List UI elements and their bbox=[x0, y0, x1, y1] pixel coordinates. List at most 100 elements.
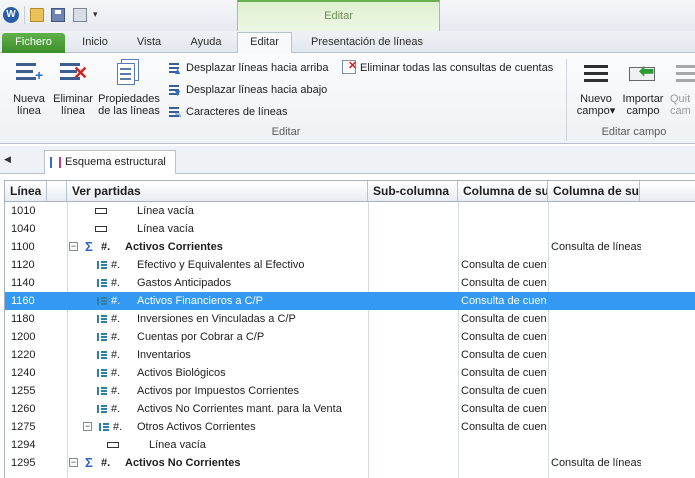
app-logo-icon[interactable]: W bbox=[3, 7, 19, 23]
save-icon[interactable] bbox=[51, 8, 65, 22]
tab-file[interactable]: Fichero bbox=[2, 33, 65, 53]
row-title: Línea vacía bbox=[137, 223, 194, 235]
table-row[interactable]: 1260 #. Activos No Corrientes mant. para l… bbox=[5, 400, 695, 418]
table-row[interactable]: 1180 #. Inversiones en Vinculadas a C/P Con… bbox=[5, 310, 695, 328]
column-header-linea[interactable]: Línea bbox=[5, 181, 47, 202]
table-row[interactable]: 1200 #. Cuentas por Cobrar a C/P Consulta d… bbox=[5, 328, 695, 346]
row-title: Activos Biológicos bbox=[137, 367, 226, 379]
table-row[interactable]: 1040 Línea vacía bbox=[5, 220, 695, 238]
row-line-number: 1140 bbox=[11, 277, 35, 289]
account-query-icon bbox=[97, 368, 107, 378]
table-row[interactable]: 1140 #. Gastos Anticipados Consulta de cuen bbox=[5, 274, 695, 292]
new-field-label-2: campo bbox=[576, 105, 610, 117]
tab-esquema-estructural[interactable]: Esquema estructural bbox=[44, 150, 176, 174]
ribbon: + Nueva línea ✕ Eliminar línea Propiedad… bbox=[0, 53, 695, 144]
document-tab-strip: ◀ Esquema estructural bbox=[0, 146, 695, 174]
column-header-ver-partidas[interactable]: Ver partidas bbox=[67, 181, 368, 202]
collapse-toggle-icon[interactable]: − bbox=[69, 242, 78, 251]
account-query-icon bbox=[97, 404, 107, 414]
remove-field-button[interactable]: Quit cam bbox=[670, 57, 695, 117]
delete-all-account-queries-button[interactable]: ✕ Eliminar todas las consultas de cuentas bbox=[342, 59, 553, 77]
row-line-number: 1240 bbox=[11, 367, 36, 379]
table-row[interactable]: 1240 #. Activos Biológicos Consulta de cuen bbox=[5, 364, 695, 382]
account-query-icon bbox=[97, 314, 107, 324]
import-field-button[interactable]: ⬅ Importar campo bbox=[620, 57, 666, 117]
table-row[interactable]: 1120 #. Efectivo y Equivalentes al Efectiv… bbox=[5, 256, 695, 274]
row-hash: #. bbox=[101, 241, 111, 253]
row-column-2 bbox=[551, 256, 641, 274]
row-column-1 bbox=[461, 220, 549, 238]
column-header-blank[interactable] bbox=[47, 181, 67, 202]
row-column-1: Consulta de cuen bbox=[461, 295, 547, 307]
row-column-1: Consulta de cuen bbox=[461, 421, 547, 433]
collapse-toggle-icon[interactable]: − bbox=[83, 422, 92, 431]
open-folder-icon[interactable] bbox=[30, 8, 44, 22]
line-characters-button[interactable]: ✎ Caracteres de líneas bbox=[168, 103, 288, 121]
row-column-2 bbox=[551, 292, 641, 310]
move-lines-down-button[interactable]: ▼ Desplazar líneas hacia abajo bbox=[168, 81, 327, 99]
remove-field-icon bbox=[672, 57, 695, 89]
row-title: Efectivo y Equivalentes al Efectivo bbox=[137, 259, 305, 271]
move-lines-up-label: Desplazar líneas hacia arriba bbox=[186, 62, 329, 74]
quick-access-separator bbox=[24, 6, 25, 24]
table-row[interactable]: 1220 #. Inventarios Consulta de cuen bbox=[5, 346, 695, 364]
row-column-1: Consulta de cuen bbox=[461, 313, 547, 325]
line-characters-label: Caracteres de líneas bbox=[186, 106, 288, 118]
move-lines-down-label: Desplazar líneas hacia abajo bbox=[186, 84, 328, 96]
row-line-number: 1200 bbox=[11, 331, 36, 343]
column-header-columna-2[interactable]: Columna de su bbox=[548, 181, 640, 202]
row-hash: #. bbox=[111, 367, 121, 379]
new-field-button[interactable]: Nuevo campo▾ bbox=[573, 57, 619, 117]
row-line-number: 1160 bbox=[11, 295, 35, 307]
tab-editar[interactable]: Editar bbox=[237, 32, 292, 54]
move-lines-up-button[interactable]: ▲ Desplazar líneas hacia arriba bbox=[168, 59, 328, 77]
remove-field-label-2: cam bbox=[670, 105, 691, 117]
row-column-1: Consulta de cuen bbox=[461, 277, 547, 289]
new-line-button[interactable]: + Nueva línea bbox=[8, 57, 50, 117]
row-column-2: Consulta de líneas bbox=[551, 241, 641, 253]
delete-line-label-2: línea bbox=[61, 105, 85, 117]
row-column-2 bbox=[551, 346, 641, 364]
customize-arrow-icon[interactable]: ▾ bbox=[93, 9, 98, 20]
row-column-1: Consulta de cuen bbox=[461, 349, 547, 361]
table-row[interactable]: 1255 #. Activos por Impuestos Corrientes Co… bbox=[5, 382, 695, 400]
tab-scroll-left-icon[interactable]: ◀ bbox=[4, 154, 11, 165]
document-tab-label: Esquema estructural bbox=[65, 156, 166, 168]
tab-presentacion-lineas[interactable]: Presentación de líneas bbox=[298, 33, 436, 53]
title-bar: W ▾ Editar bbox=[0, 0, 695, 33]
row-line-number: 1100 bbox=[11, 241, 35, 253]
table-row[interactable]: 1100 − Σ #. Activos Corrientes Consulta de lí… bbox=[5, 238, 695, 256]
line-properties-label-1: Propiedades bbox=[98, 93, 160, 105]
sum-icon: Σ bbox=[85, 455, 93, 470]
row-title: Línea vacía bbox=[149, 439, 206, 451]
tab-vista[interactable]: Vista bbox=[125, 33, 173, 53]
table-row[interactable]: 1275 − #. Otros Activos Corrientes Consulta … bbox=[5, 418, 695, 436]
delete-line-button[interactable]: ✕ Eliminar línea bbox=[50, 57, 96, 117]
row-hash: #. bbox=[111, 349, 121, 361]
row-title: Línea vacía bbox=[137, 205, 194, 217]
new-field-icon bbox=[580, 57, 612, 89]
account-query-icon bbox=[97, 350, 107, 360]
import-field-icon: ⬅ bbox=[627, 57, 659, 89]
row-hash: #. bbox=[113, 421, 123, 433]
line-properties-button[interactable]: Propiedades de las líneas bbox=[96, 57, 162, 117]
column-header-columna-1[interactable]: Columna de su bbox=[458, 181, 548, 202]
table-row[interactable]: 1295 − Σ #. Activos No Corrientes Consulta de… bbox=[5, 454, 695, 472]
table-row[interactable]: 1010 Línea vacía bbox=[5, 202, 695, 220]
collapse-toggle-icon[interactable]: − bbox=[69, 458, 78, 467]
table-row[interactable]: 1294 Línea vacía bbox=[5, 436, 695, 454]
row-column-2 bbox=[551, 328, 641, 346]
account-query-icon bbox=[97, 278, 107, 288]
delete-line-icon: ✕ bbox=[57, 57, 89, 89]
column-header-sub-columna[interactable]: Sub-columna bbox=[368, 181, 458, 202]
new-line-label-2: línea bbox=[17, 105, 41, 117]
table-row[interactable]: 1160 #. Activos Financieros a C/P Consulta … bbox=[5, 292, 695, 310]
tab-ayuda[interactable]: Ayuda bbox=[180, 33, 232, 53]
empty-line-icon bbox=[95, 226, 107, 232]
tab-inicio[interactable]: Inicio bbox=[70, 33, 120, 53]
empty-line-icon bbox=[95, 208, 107, 214]
row-column-1: Consulta de cuen bbox=[461, 331, 547, 343]
print-icon[interactable] bbox=[73, 8, 87, 22]
move-down-icon: ▼ bbox=[168, 82, 182, 98]
structure-icon bbox=[50, 157, 61, 168]
